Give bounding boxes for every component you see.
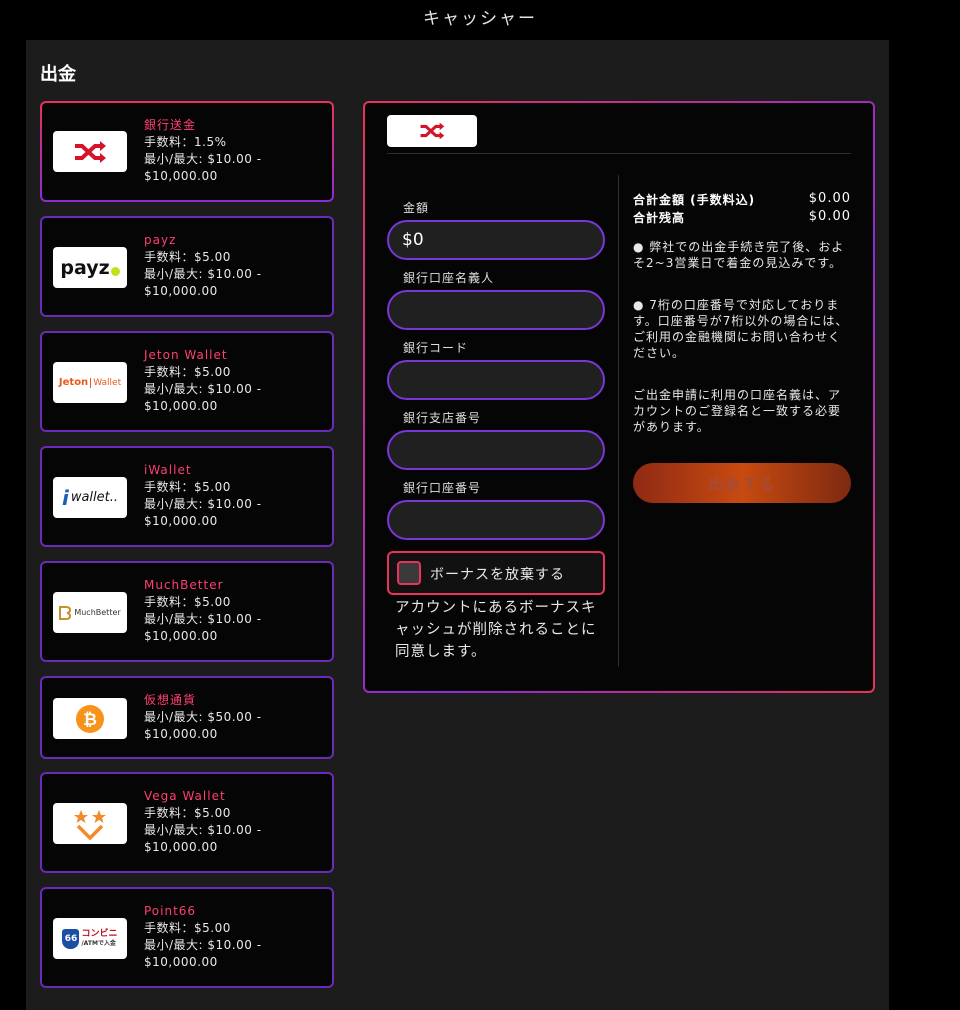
method-name: iWallet: [144, 463, 192, 477]
total-balance-row: 合計残高 $0.00: [633, 209, 851, 226]
processing-time-note: ● 弊社での出金手続き完了後、およそ2~3営業日で着金の見込みです。: [633, 240, 845, 270]
page-title: キャッシャー: [423, 9, 537, 29]
method-limits-max: $10,000.00: [144, 284, 218, 298]
method-card-point66[interactable]: 66 コンビニ /ATMで入金 Point66 手数料：$5.00 最小/最大:…: [40, 887, 334, 988]
vega-logo: [53, 803, 127, 844]
method-card-jeton[interactable]: Jeton Wallet Jeton Wallet 手数料：$5.00 最小/最…: [40, 331, 334, 432]
method-fee: 手数料：$5.00: [144, 250, 231, 264]
bank-code-input[interactable]: [387, 360, 605, 400]
method-limits: 最小/最大: $10.00 -: [144, 152, 262, 166]
method-fee: 手数料：$5.00: [144, 365, 231, 379]
payz-logo-text: payz: [60, 256, 110, 279]
muchbetter-b-icon: [59, 605, 72, 620]
account-number-label: 銀行口座番号: [403, 481, 482, 495]
jeton-logo-wallet: Wallet: [93, 377, 122, 388]
method-fee: 手数料：$5.00: [144, 595, 231, 609]
jeton-logo-text: Jeton: [58, 377, 89, 388]
method-limits: 最小/最大: $10.00 -: [144, 382, 262, 396]
method-name: 仮想通貨: [144, 693, 197, 707]
method-name: Vega Wallet: [144, 789, 226, 803]
cashier-panel: 出金 銀行送金 手数料：1.5% 最小/最大: $10.00 - $10,000…: [26, 40, 889, 1010]
method-limits: 最小/最大: $10.00 -: [144, 823, 262, 837]
total-amount-value: $0.00: [808, 191, 851, 206]
account-number-note: ● 7桁の口座番号で対応しております。口座番号が7桁以外の場合には、ご利用の金融…: [633, 298, 849, 360]
account-holder-label: 銀行口座名義人: [403, 271, 495, 285]
forfeit-bonus-option[interactable]: ボーナスを放棄する: [387, 551, 605, 595]
forfeit-bonus-checkbox[interactable]: [397, 561, 421, 585]
point66-logo-text-block: コンビニ /ATMで入金: [81, 928, 118, 948]
withdraw-form-card: 金額 銀行口座名義人 銀行コード 銀行支店番号 銀行口座番号 ボーナスを放棄する…: [363, 101, 875, 693]
amount-label: 金額: [403, 201, 430, 215]
account-name-note: ご出金申請に利用の口座名義は、アカウントのご登録名と一致する必要があります。: [633, 388, 842, 434]
method-card-vega[interactable]: Vega Wallet 手数料：$5.00 最小/最大: $10.00 - $1…: [40, 772, 334, 873]
method-name: 銀行送金: [144, 118, 197, 132]
jeton-logo: Jeton Wallet: [53, 362, 127, 403]
method-limits: 最小/最大: $10.00 -: [144, 938, 262, 952]
point66-logo-subtext: /ATMで入金: [81, 939, 116, 947]
method-limits: 最小/最大: $10.00 -: [144, 497, 262, 511]
payz-logo: payz: [53, 247, 127, 288]
method-name: Point66: [144, 904, 197, 918]
method-limits-max: $10,000.00: [144, 629, 218, 643]
method-card-muchbetter[interactable]: MuchBetter MuchBetter 手数料：$5.00 最小/最大: $…: [40, 561, 334, 662]
selected-method-chip[interactable]: [387, 115, 477, 147]
method-card-iwallet[interactable]: i wallet.. iWallet 手数料：$5.00 最小/最大: $10.…: [40, 446, 334, 547]
method-name: Jeton Wallet: [144, 348, 228, 362]
divider: [387, 153, 851, 154]
method-limits-max: $10,000.00: [144, 955, 218, 969]
method-fee: 手数料：$5.00: [144, 480, 231, 494]
method-limits-max: $10,000.00: [144, 727, 218, 741]
iwallet-logo-text: wallet..: [70, 490, 119, 505]
point66-logo: 66 コンビニ /ATMで入金: [53, 918, 127, 959]
method-name: payz: [144, 233, 177, 247]
iwallet-i-icon: i: [61, 485, 69, 510]
svg-text:₿: ₿: [83, 710, 97, 730]
method-fee: 手数料：1.5%: [144, 135, 227, 149]
method-limits: 最小/最大: $50.00 -: [144, 710, 262, 724]
bank-code-label: 銀行コード: [403, 341, 469, 355]
total-balance-label: 合計残高: [633, 211, 686, 225]
amount-input[interactable]: [387, 220, 605, 260]
total-balance-value: $0.00: [808, 209, 851, 224]
method-card-payz[interactable]: payz payz 手数料：$5.00 最小/最大: $10.00 - $10,…: [40, 216, 334, 317]
point66-logo-text: コンビニ: [81, 928, 118, 939]
total-amount-label: 合計金額 (手数料込): [633, 193, 756, 207]
iwallet-logo: i wallet..: [53, 477, 127, 518]
withdraw-button[interactable]: 出金する: [633, 463, 851, 503]
method-fee: 手数料：$5.00: [144, 921, 231, 935]
bank-transfer-icon: [53, 131, 127, 172]
column-divider: [618, 175, 619, 667]
method-limits: 最小/最大: $10.00 -: [144, 267, 262, 281]
method-limits-max: $10,000.00: [144, 840, 218, 854]
method-fee: 手数料：$5.00: [144, 806, 231, 820]
method-card-bank-transfer[interactable]: 銀行送金 手数料：1.5% 最小/最大: $10.00 - $10,000.00: [40, 101, 334, 202]
bitcoin-icon: ₿: [53, 698, 127, 739]
forfeit-bonus-label: ボーナスを放棄する: [430, 567, 565, 583]
jeton-logo-separator: [90, 377, 92, 388]
method-name: MuchBetter: [144, 578, 224, 592]
point66-shield-icon: 66: [62, 928, 80, 949]
method-limits-max: $10,000.00: [144, 399, 218, 413]
account-holder-input[interactable]: [387, 290, 605, 330]
method-limits-max: $10,000.00: [144, 169, 218, 183]
bank-transfer-icon: [420, 122, 445, 140]
section-title: 出金: [40, 64, 76, 85]
muchbetter-logo: MuchBetter: [53, 592, 127, 633]
method-card-crypto[interactable]: ₿ 仮想通貨 最小/最大: $50.00 - $10,000.00: [40, 676, 334, 759]
muchbetter-logo-text: MuchBetter: [74, 608, 121, 617]
method-limits-max: $10,000.00: [144, 514, 218, 528]
payz-dot-icon: [110, 267, 120, 276]
branch-number-input[interactable]: [387, 430, 605, 470]
forfeit-bonus-note: アカウントにあるボーナスキャッシュが削除されることに同意します。: [395, 600, 597, 660]
account-number-input[interactable]: [387, 500, 605, 540]
branch-number-label: 銀行支店番号: [403, 411, 482, 425]
method-limits: 最小/最大: $10.00 -: [144, 612, 262, 626]
total-amount-row: 合計金額 (手数料込) $0.00: [633, 191, 851, 208]
